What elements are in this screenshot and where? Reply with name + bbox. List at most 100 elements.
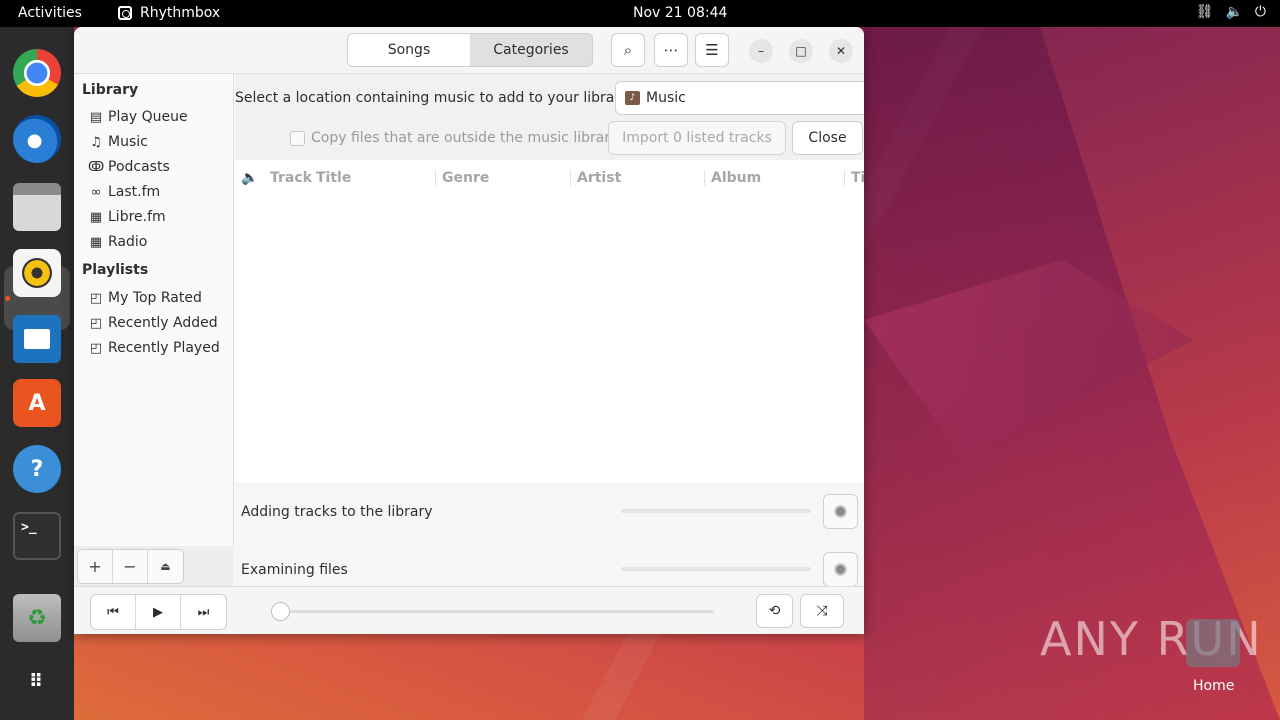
column-title[interactable]: Title	[316, 170, 351, 186]
close-window-button[interactable]: ✕	[829, 39, 853, 63]
column-separator	[570, 170, 571, 186]
play-button[interactable]: ▶	[136, 595, 181, 629]
copy-files-label: Copy files that are outside the music li…	[311, 130, 619, 146]
previous-button[interactable]: ⏮	[91, 595, 136, 629]
activities-button[interactable]: Activities	[18, 5, 82, 21]
help-icon[interactable]: ?	[13, 445, 61, 493]
speaker-icon: 🔈	[241, 170, 259, 186]
copy-files-checkbox[interactable]	[290, 130, 305, 146]
library-heading: Library	[82, 82, 139, 98]
sidebar-item-music[interactable]: ♫ Music	[88, 134, 148, 150]
copy-files-option[interactable]: Copy files that are outside the music li…	[290, 130, 618, 146]
maximize-button[interactable]: □	[789, 39, 813, 63]
stop-examining-button[interactable]	[823, 552, 858, 587]
sidebar-item-lastfm[interactable]: ∞ Last.fm	[88, 184, 161, 200]
terminal-icon[interactable]: >_	[13, 512, 61, 560]
column-separator	[704, 170, 705, 186]
rhythmbox-icon	[118, 6, 132, 20]
show-apps-icon[interactable]: ⠿	[13, 658, 61, 706]
radio-icon: ▦	[89, 209, 103, 225]
close-import-button[interactable]: Close	[792, 121, 863, 155]
tab-categories[interactable]: Categories	[470, 34, 592, 66]
menu-button[interactable]: ☰	[695, 33, 729, 67]
more-button[interactable]: ⋯	[654, 33, 688, 67]
column-artist[interactable]: Artist	[577, 170, 621, 186]
next-icon: ⏭	[197, 604, 210, 620]
trash-icon[interactable]: ♻	[13, 594, 61, 642]
shuffle-button[interactable]: ⤨	[800, 594, 844, 628]
shuffle-icon: ⤨	[816, 603, 828, 619]
volume-icon: 🔈	[1225, 4, 1243, 20]
plus-icon: +	[88, 557, 102, 576]
playlists-heading: Playlists	[82, 262, 149, 278]
examining-files-label: Examining files	[241, 562, 348, 578]
play-icon: ▶	[153, 604, 163, 620]
chrome-icon[interactable]	[13, 49, 61, 97]
repeat-icon: ⟲	[768, 603, 781, 619]
hamburger-icon: ☰	[705, 41, 719, 59]
sidebar-toolbar: + − ⏏	[74, 546, 234, 586]
minimize-icon: –	[758, 44, 764, 58]
remove-button[interactable]: −	[113, 550, 148, 583]
dock: A ? >_ ♻ ⠿	[0, 27, 74, 720]
player-bar: ⏮ ▶ ⏭ ⟲ ⤨	[74, 586, 864, 634]
location-value: Music	[646, 90, 686, 106]
repeat-button[interactable]: ⟲	[756, 594, 793, 628]
maximize-icon: □	[795, 44, 807, 58]
music-folder-icon: ♪	[625, 91, 640, 105]
music-note-icon: ♫	[90, 134, 102, 150]
home-folder-icon[interactable]	[1186, 619, 1240, 667]
sidebar-item-my-top-rated[interactable]: ◰ My Top Rated	[88, 290, 202, 306]
rss-icon: ↂ	[88, 159, 105, 175]
sidebar-item-recently-added[interactable]: ◰ Recently Added	[88, 315, 218, 331]
column-genre[interactable]: Genre	[442, 170, 489, 186]
more-icon: ⋯	[663, 41, 679, 59]
sidebar-item-play-queue[interactable]: ▤ Play Queue	[88, 109, 188, 125]
smart-playlist-icon: ◰	[89, 340, 103, 356]
column-time[interactable]: Ti	[851, 170, 864, 186]
files-icon[interactable]	[13, 183, 61, 231]
tab-songs[interactable]: Songs	[348, 34, 470, 66]
home-label[interactable]: Home	[1193, 678, 1234, 694]
system-tray[interactable]: ⛓ 🔈 ⏻	[1196, 4, 1266, 20]
stop-adding-button[interactable]	[823, 494, 858, 529]
column-track[interactable]: Track	[270, 170, 312, 186]
adding-tracks-label: Adding tracks to the library	[241, 504, 433, 520]
queue-icon: ▤	[89, 109, 103, 125]
location-chooser[interactable]: ♪ Music	[615, 81, 864, 115]
close-icon: ✕	[835, 44, 847, 58]
clock[interactable]: Nov 21 08:44	[633, 5, 727, 21]
minimize-button[interactable]: –	[749, 39, 773, 63]
sidebar-item-recently-played[interactable]: ◰ Recently Played	[88, 340, 220, 356]
smart-playlist-icon: ◰	[89, 315, 103, 331]
previous-icon: ⏮	[107, 604, 119, 620]
seek-bar[interactable]	[279, 610, 714, 613]
column-album[interactable]: Album	[711, 170, 761, 186]
writer-icon[interactable]	[13, 315, 61, 363]
column-separator	[844, 170, 845, 186]
network-icon: ⛓	[1195, 4, 1214, 20]
track-list-header: 🔈 Track Title Genre Artist Album Ti	[235, 166, 864, 190]
sidebar-item-podcasts[interactable]: ↂ Podcasts	[88, 159, 170, 175]
app-center-icon[interactable]: A	[13, 379, 61, 427]
power-icon: ⏻	[1254, 4, 1266, 20]
add-playlist-button[interactable]: +	[78, 550, 113, 583]
search-button[interactable]: ⌕	[611, 33, 645, 67]
minus-icon: −	[123, 557, 137, 576]
playback-controls: ⏮ ▶ ⏭	[90, 594, 227, 630]
import-bar: Select a location containing music to ad…	[235, 74, 864, 160]
next-button[interactable]: ⏭	[181, 595, 226, 629]
app-name: Rhythmbox	[140, 5, 221, 21]
import-tracks-button[interactable]: Import 0 listed tracks	[608, 121, 786, 155]
running-indicator	[5, 296, 10, 301]
sidebar-item-radio[interactable]: ▦ Radio	[88, 234, 148, 250]
sidebar: Library ▤ Play Queue ♫ Music ↂ Podcasts …	[74, 74, 234, 586]
rhythmbox-dock-icon[interactable]	[13, 249, 61, 297]
eject-button[interactable]: ⏏	[148, 550, 183, 583]
top-bar: Activities Rhythmbox Nov 21 08:44 ⛓ 🔈 ⏻	[0, 0, 1280, 27]
sidebar-item-librefm[interactable]: ▦ Libre.fm	[88, 209, 166, 225]
app-menu[interactable]: Rhythmbox	[118, 5, 220, 21]
seek-handle[interactable]	[271, 602, 290, 621]
thunderbird-icon[interactable]	[13, 115, 61, 163]
progress-area: Adding tracks to the library Examining f…	[235, 482, 864, 587]
